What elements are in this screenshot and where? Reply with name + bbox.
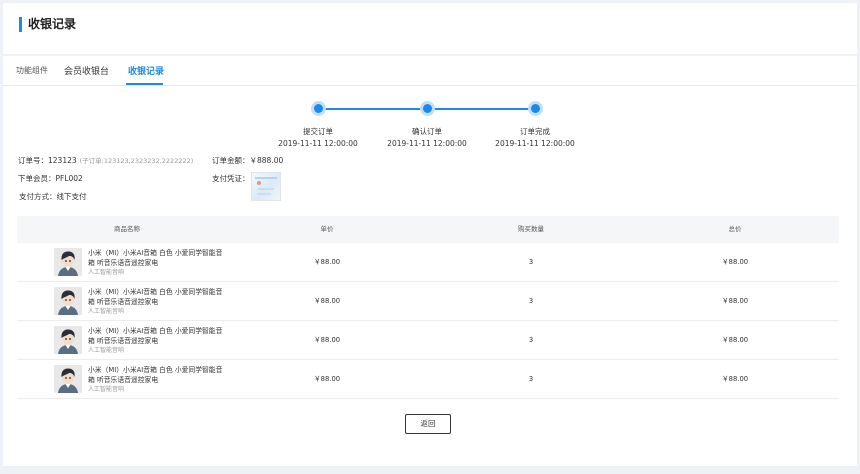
order-number: 订单号：123123 [18,156,77,165]
quantity: 3 [528,258,534,266]
th-unit-price: 单价 [320,225,334,233]
product-name: 小米（MI）小米AI音箱 白色 小爱同学智能音箱 听音乐语音遥控家电 [88,327,223,345]
table-row: 小米（MI）小米AI音箱 白色 小爱同学智能音箱 听音乐语音遥控家电 人工智能音… [17,282,839,321]
step-dot-submit [311,101,326,116]
step-label-submit: 提交订单 [303,127,333,136]
table-row: 小米（MI）小米AI音箱 白色 小爱同学智能音箱 听音乐语音遥控家电 人工智能音… [17,243,839,282]
quantity: 3 [528,375,534,383]
step-line-2 [434,108,535,110]
page-title: 收银记录 [28,17,77,31]
product-category: 人工智能音响 [88,308,125,315]
main-card: 功能组件 会员收银台 收银记录 提交订单 确认订单 订单完成 2019-11-1… [3,56,857,466]
unit-price: ￥88.00 [313,375,341,383]
table-row: 小米（MI）小米AI音箱 白色 小爱同学智能音箱 听音乐语音遥控家电 人工智能音… [17,321,839,360]
tab-member-cashier[interactable]: 会员收银台 [64,66,109,78]
order-pay-method: 支付方式：线下支付 [19,192,87,201]
step-line-1 [325,108,427,110]
unit-price: ￥88.00 [313,336,341,344]
table-row: 小米（MI）小米AI音箱 白色 小爱同学智能音箱 听音乐语音遥控家电 人工智能音… [17,360,839,399]
product-name: 小米（MI）小米AI音箱 白色 小爱同学智能音箱 听音乐语音遥控家电 [88,249,223,267]
total-price: ￥88.00 [721,258,749,266]
active-tab-underline [126,83,163,85]
step-label-confirm: 确认订单 [412,127,442,136]
avatar-icon [54,365,82,393]
avatar-icon [54,287,82,315]
total-price: ￥88.00 [721,375,749,383]
order-number-line: 订单号：123123 (子订单:123123,2323232,2222222) [18,156,193,166]
product-name: 小米（MI）小米AI音箱 白色 小爱同学智能音箱 听音乐语音遥控家电 [88,288,223,306]
unit-price: ￥88.00 [313,297,341,305]
sub-order-numbers: (子订单:123123,2323232,2222222) [79,157,194,165]
total-price: ￥88.00 [721,297,749,305]
total-price: ￥88.00 [721,336,749,344]
order-amount: 订单金额：￥888.00 [212,156,284,165]
th-quantity: 购买数量 [518,225,544,233]
order-member: 下单会员：PFL002 [18,174,83,183]
quantity: 3 [528,297,534,305]
tab-cashier-records[interactable]: 收银记录 [128,66,164,78]
unit-price: ￥88.00 [313,258,341,266]
product-category: 人工智能音响 [88,386,125,393]
back-button[interactable]: 返回 [405,414,451,434]
product-name: 小米（MI）小米AI音箱 白色 小爱同学智能音箱 听音乐语音遥控家电 [88,366,223,384]
product-avatar [54,287,82,315]
product-avatar [54,248,82,276]
step-dot-complete [528,101,543,116]
step-label-complete: 订单完成 [520,127,550,136]
product-category: 人工智能音响 [88,347,125,354]
step-dot-confirm [420,101,435,116]
title-card: 收银记录 [3,3,857,54]
step-time-complete: 2019-11-11 12:00:00 [495,139,575,148]
voucher-label: 支付凭证： [212,174,250,183]
tab-components[interactable]: 功能组件 [16,65,48,77]
product-avatar [54,326,82,354]
tab-bar: 功能组件 会员收银台 收银记录 [3,56,857,86]
step-time-submit: 2019-11-11 12:00:00 [278,139,358,148]
step-time-confirm: 2019-11-11 12:00:00 [387,139,467,148]
product-category: 人工智能音响 [88,269,125,276]
quantity: 3 [528,336,534,344]
th-product-name: 商品名称 [114,225,140,233]
avatar-icon [54,248,82,276]
product-avatar [54,365,82,393]
payment-voucher-thumbnail[interactable] [251,172,281,201]
th-total: 总价 [728,225,742,233]
table-header: 商品名称 单价 购买数量 总价 [17,216,839,243]
avatar-icon [54,326,82,354]
title-accent-bar [19,17,22,32]
